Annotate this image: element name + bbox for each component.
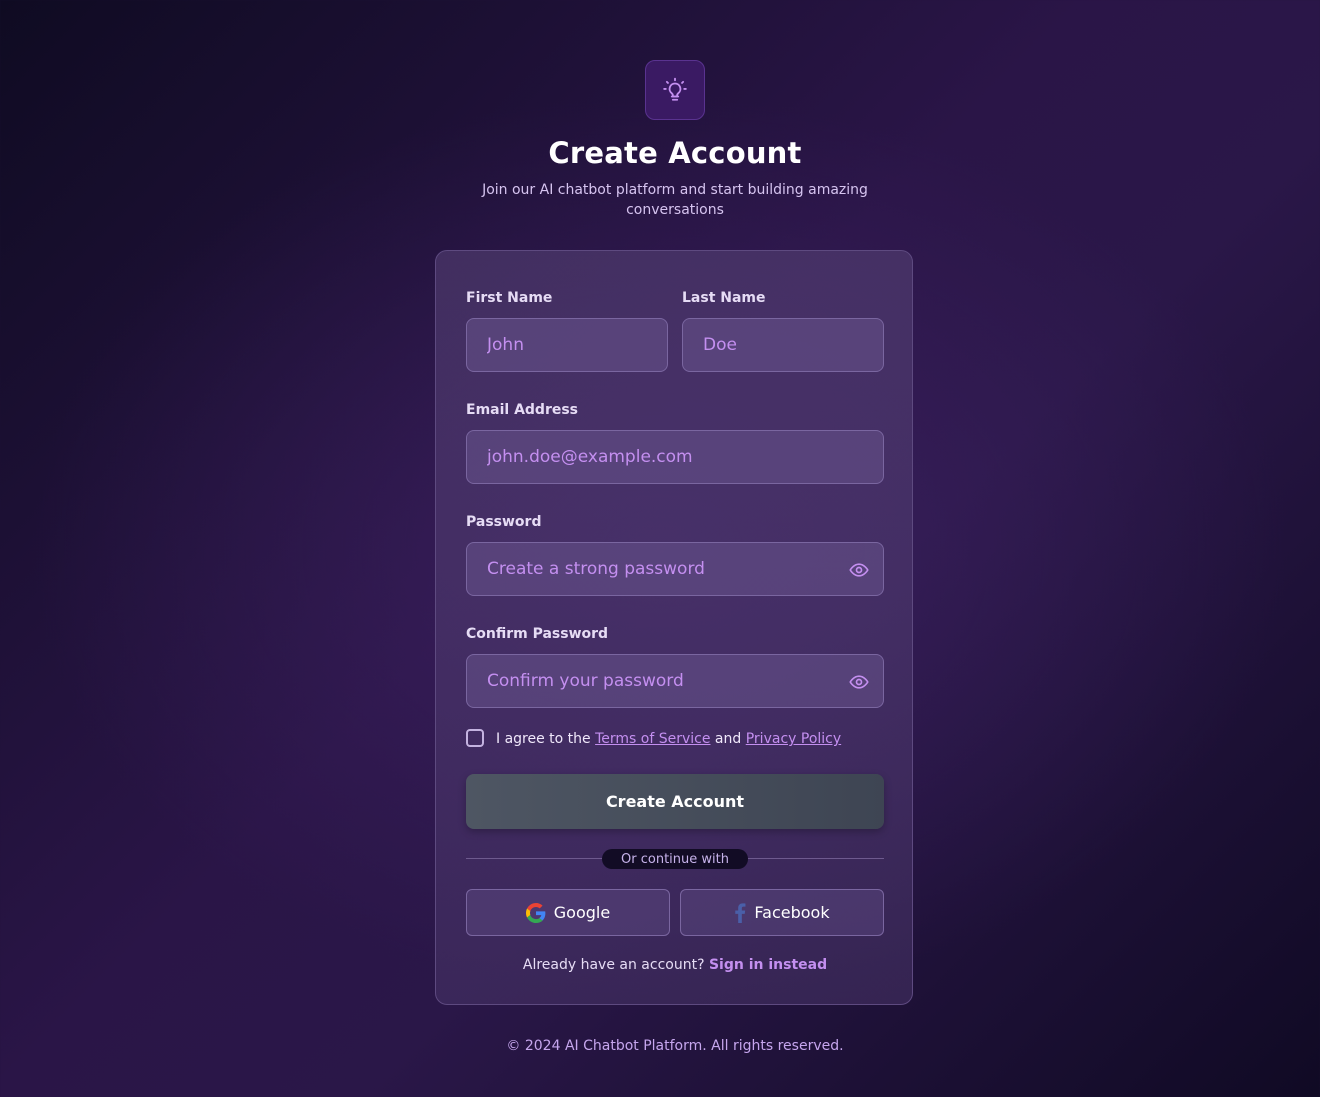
google-label: Google — [553, 903, 611, 922]
google-button[interactable]: Google — [466, 889, 670, 936]
create-account-button[interactable]: Create Account — [466, 774, 884, 829]
confirm-password-input[interactable] — [467, 655, 883, 707]
terms-of-service-link[interactable]: Terms of Service — [595, 731, 710, 747]
password-field — [466, 542, 884, 596]
agree-prefix: I agree to the — [496, 731, 596, 747]
first-name-field — [466, 318, 668, 372]
facebook-button[interactable]: Facebook — [680, 889, 884, 936]
last-name-field — [682, 318, 884, 372]
email-label: Email Address — [466, 402, 579, 418]
sign-in-link[interactable]: Sign in instead — [709, 957, 827, 973]
privacy-policy-link[interactable]: Privacy Policy — [746, 731, 841, 747]
terms-checkbox[interactable] — [466, 729, 484, 747]
last-name-input[interactable] — [683, 319, 883, 371]
divider-line-left — [466, 858, 602, 859]
facebook-label: Facebook — [754, 903, 830, 922]
page-title: Create Account — [548, 136, 802, 170]
agree-middle: and — [710, 731, 746, 747]
password-label: Password — [466, 514, 542, 530]
google-icon — [525, 902, 546, 923]
signin-text: Already have an account? — [522, 957, 709, 973]
eye-icon[interactable] — [849, 560, 869, 580]
facebook-icon — [735, 902, 746, 923]
email-input[interactable] — [467, 431, 883, 483]
page-subtitle: Join our AI chatbot platform and start b… — [482, 182, 868, 218]
terms-agreement: I agree to the Terms of Service and Priv… — [496, 731, 841, 747]
last-name-label: Last Name — [682, 290, 766, 306]
first-name-input[interactable] — [467, 319, 667, 371]
first-name-label: First Name — [466, 290, 553, 306]
divider-text: Or continue with — [602, 849, 748, 869]
email-field — [466, 430, 884, 484]
password-input[interactable] — [467, 543, 883, 595]
signup-card: First Name Last Name Email Address Passw… — [435, 250, 913, 1005]
footer-copyright: © 2024 AI Chatbot Platform. All rights r… — [506, 1038, 844, 1054]
confirm-password-label: Confirm Password — [466, 626, 609, 642]
lightbulb-icon — [663, 77, 687, 101]
signin-prompt: Already have an account? Sign in instead — [436, 957, 914, 973]
confirm-password-field — [466, 654, 884, 708]
divider-line-right — [748, 858, 884, 859]
eye-icon[interactable] — [849, 672, 869, 692]
logo-badge — [645, 60, 705, 120]
